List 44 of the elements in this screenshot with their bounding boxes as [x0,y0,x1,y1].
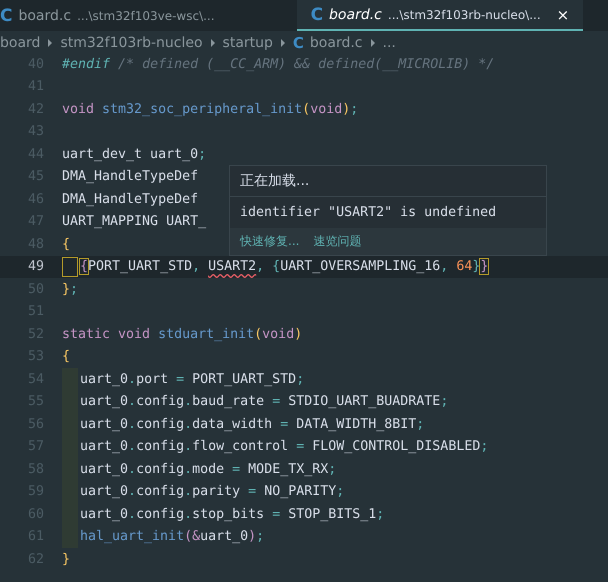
code-line: uart_0.config.parity = NO_PARITY; [80,484,344,500]
code-line: DMA_HandleTypeDef [62,192,198,207]
c-file-icon: C [0,6,12,26]
line-number: 49 [26,259,45,274]
chevron-icon [208,38,217,48]
code-line: uart_0.config.data_width = DATA_WIDTH_8BIT; [80,416,424,432]
c-file-icon: C [310,4,324,24]
code-line: { [62,236,70,252]
chevron-icon [278,38,287,48]
c-file-icon: C [292,34,304,52]
close-icon[interactable]: × [556,6,570,24]
code-line: static void stduart_init(void) [62,326,302,342]
code-line: hal_uart_init(&uart_0); [80,529,264,544]
hover-title: 正在加载... [230,166,546,197]
code-line: uart_0.config.mode = MODE_TX_RX; [80,462,336,477]
code-line: DMA_HandleTypeDef [62,169,198,184]
chevron-icon [368,38,376,48]
code-line: }; [62,282,78,297]
code-line: uart_dev_t uart_0; [62,146,206,162]
code-line: } [62,552,70,567]
breadcrumb-item[interactable]: ... [382,35,396,51]
breadcrumb-item[interactable]: startup [222,35,273,51]
editor-tab[interactable]: C board.c ...\stm32f103ve-wsc\... [0,0,227,31]
editor-tab[interactable]: C board.c ...\stm32f103rb-nucleo\... × [296,0,584,31]
hover-action-link[interactable]: 快速修复... [240,233,300,250]
error-message: identifier "USART2" is undefined [239,204,498,222]
breadcrumb-item[interactable]: board.c [310,35,362,51]
tab-path: ...\stm32f103rb-nucleo\... [388,8,541,22]
chevron-icon [46,38,54,48]
code-line: uart_0.config.stop_bits = STOP_BITS_1; [80,506,384,522]
code-line: UART_MAPPING UART_ [62,214,206,230]
code-line: #endif /* defined (__CC_ARM) && defined(__MICROLIB) */ [62,56,494,72]
tab-path: ...\stm32f103ve-wsc\... [77,8,215,22]
hover-action-link[interactable]: 速览问题 [313,233,362,250]
breadcrumb-item[interactable]: board [0,35,40,51]
code-line: uart_0.config.baud_rate = STDIO_UART_BUADRATE; [80,394,448,410]
code-line: uart_0.port = PORT_UART_STD; [80,372,304,387]
code-line: { [62,349,70,364]
code-line: uart_0.config.flow_control = FLOW_CONTROL_DISABLED; [80,439,488,454]
tab-filename: board.c [18,8,72,24]
breadcrumb-item[interactable]: stm32f103rb-nucleo [60,35,203,51]
code-line: void stm32_soc_peripheral_init(void); [62,102,358,117]
tab-filename: board.c [329,6,382,22]
code-line: {PORT_UART_STD, USART2, {UART_OVERSAMPLING_16, 64}} [80,259,488,274]
